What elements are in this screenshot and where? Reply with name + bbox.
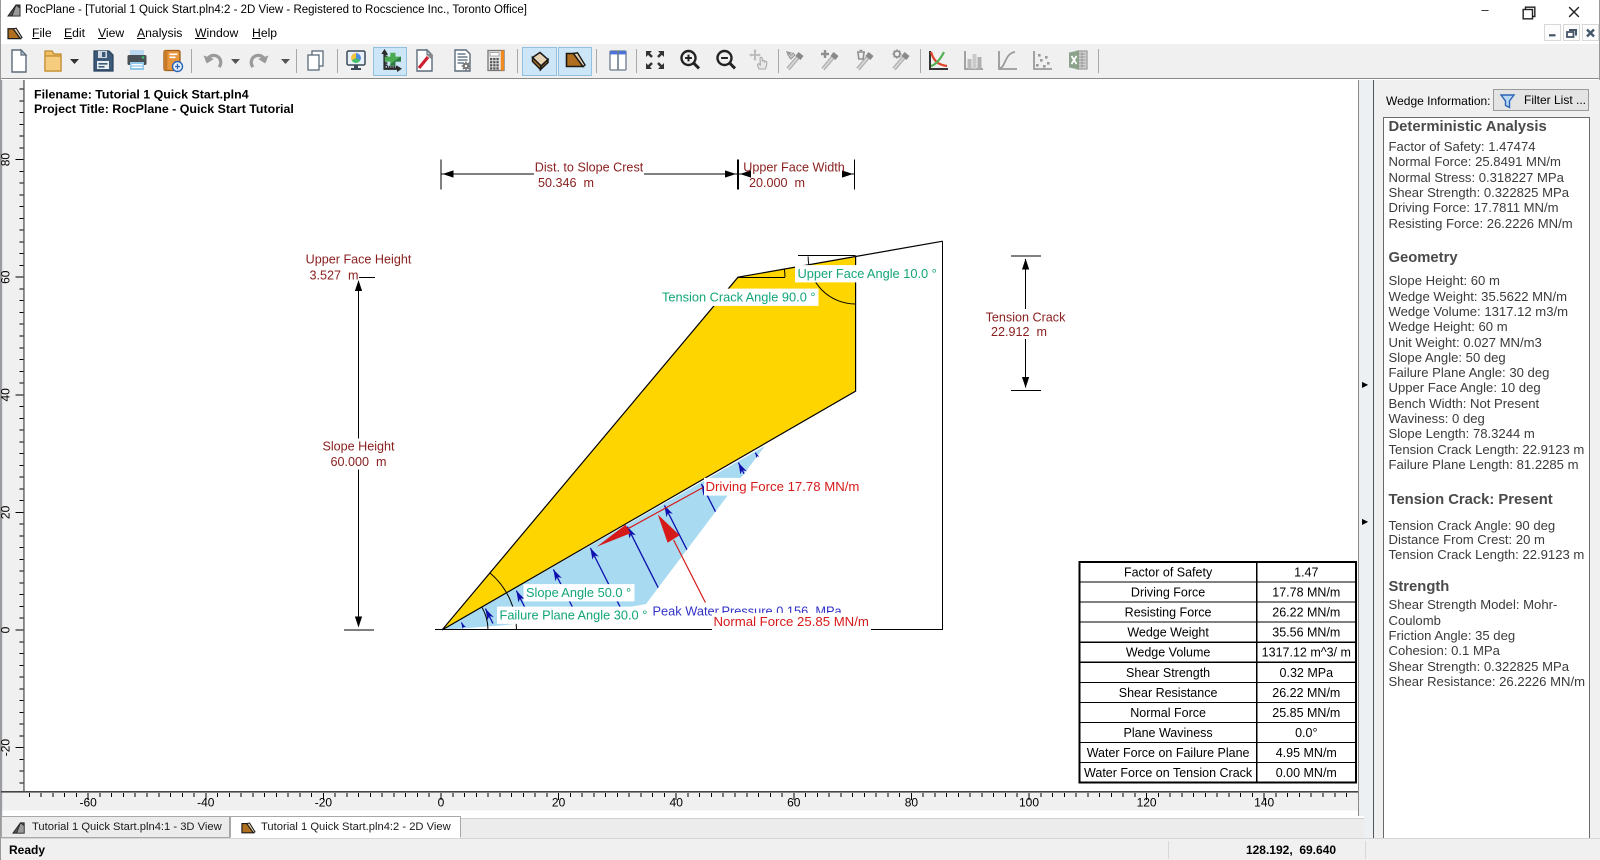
svg-text:40: 40 [1, 388, 13, 402]
svg-text:Slope Angle 50.0 °: Slope Angle 50.0 ° [526, 585, 631, 600]
svg-text:-60: -60 [80, 796, 98, 810]
svg-text:100: 100 [1019, 796, 1039, 810]
svg-text:1.47: 1.47 [1294, 566, 1318, 580]
svg-text:0.00 MN/m: 0.00 MN/m [1276, 766, 1337, 780]
svg-text:Water Force on Tension Crack: Water Force on Tension Crack [1084, 766, 1253, 780]
svg-text:35.56 MN/m: 35.56 MN/m [1272, 626, 1340, 640]
svg-text:-40: -40 [197, 796, 215, 810]
svg-text:120: 120 [1137, 796, 1157, 810]
svg-text:Driving Force 17.78 MN/m: Driving Force 17.78 MN/m [706, 479, 860, 494]
svg-text:20: 20 [552, 796, 566, 810]
svg-text:60: 60 [1, 270, 13, 284]
svg-text:22.912 m: 22.912 m [991, 325, 1047, 339]
svg-text:Normal Force 25.85 MN/m: Normal Force 25.85 MN/m [714, 614, 869, 629]
svg-text:-20: -20 [315, 796, 333, 810]
svg-text:4.95 MN/m: 4.95 MN/m [1276, 746, 1337, 760]
svg-text:26.22 MN/m: 26.22 MN/m [1272, 606, 1340, 620]
svg-text:80: 80 [1, 153, 13, 167]
svg-text:140: 140 [1254, 796, 1274, 810]
svg-text:80: 80 [905, 796, 919, 810]
svg-text:Shear Strength: Shear Strength [1126, 666, 1210, 680]
svg-text:Project Title: RocPlane - Quic: Project Title: RocPlane - Quick Start Tu… [34, 102, 294, 116]
svg-text:26.22 MN/m: 26.22 MN/m [1272, 686, 1340, 700]
svg-text:Wedge Volume: Wedge Volume [1126, 646, 1211, 660]
svg-text:17.78 MN/m: 17.78 MN/m [1272, 586, 1340, 600]
svg-text:20: 20 [1, 505, 13, 519]
svg-text:Upper Face Height: Upper Face Height [306, 253, 412, 267]
svg-text:Driving Force: Driving Force [1131, 586, 1205, 600]
svg-text:Filename: Tutorial 1 Quick Sta: Filename: Tutorial 1 Quick Start.pln4 [34, 88, 249, 102]
svg-text:60: 60 [787, 796, 801, 810]
svg-text:Shear Resistance: Shear Resistance [1119, 686, 1218, 700]
svg-text:60.000 m: 60.000 m [330, 455, 386, 469]
svg-text:Tension Crack Angle 90.0 °: Tension Crack Angle 90.0 ° [662, 290, 816, 305]
svg-text:20.000 m: 20.000 m [749, 176, 805, 190]
svg-text:Factor of Safety: Factor of Safety [1124, 566, 1213, 580]
svg-text:0: 0 [1, 626, 13, 633]
svg-text:40: 40 [670, 796, 684, 810]
svg-text:Tension Crack: Tension Crack [986, 311, 1066, 325]
svg-text:3.527 m: 3.527 m [309, 269, 358, 283]
svg-text:Failure Plane Angle 30.0 °: Failure Plane Angle 30.0 ° [500, 608, 648, 623]
svg-text:0: 0 [438, 796, 445, 810]
svg-text:50.346 m: 50.346 m [538, 176, 594, 190]
svg-text:Upper Face Angle 10.0 °: Upper Face Angle 10.0 ° [798, 266, 937, 281]
svg-text:Slope Height: Slope Height [322, 440, 395, 454]
svg-text:Dist. to Slope Crest: Dist. to Slope Crest [535, 161, 644, 175]
svg-text:0.0°: 0.0° [1295, 726, 1317, 740]
svg-text:Upper Face Width: Upper Face Width [743, 161, 845, 175]
svg-text:-20: -20 [1, 739, 13, 757]
svg-text:Plane Waviness: Plane Waviness [1124, 726, 1213, 740]
svg-text:Normal Force: Normal Force [1130, 706, 1206, 720]
svg-text:1317.12 m^3/ m: 1317.12 m^3/ m [1262, 646, 1351, 660]
svg-text:Wedge Weight: Wedge Weight [1127, 626, 1209, 640]
svg-text:Resisting Force: Resisting Force [1125, 606, 1212, 620]
svg-text:Water Force on Failure Plane: Water Force on Failure Plane [1087, 746, 1250, 760]
svg-text:25.85 MN/m: 25.85 MN/m [1272, 706, 1340, 720]
svg-text:0.32 MPa: 0.32 MPa [1280, 666, 1334, 680]
